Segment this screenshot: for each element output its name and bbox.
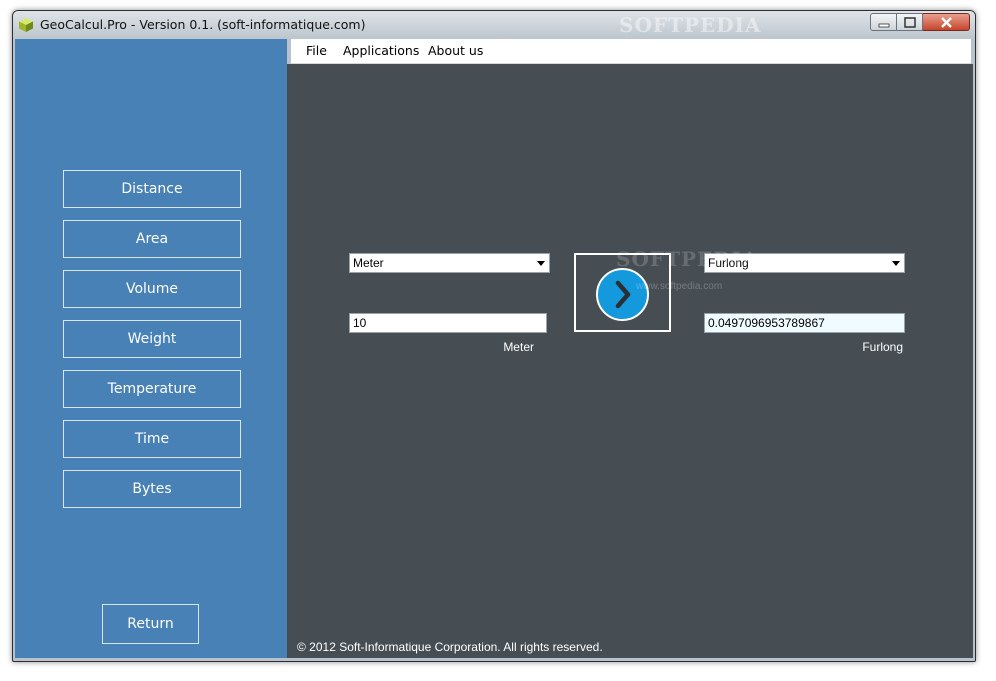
menu-file[interactable]: File: [306, 43, 327, 58]
menu-about-us[interactable]: About us: [428, 43, 483, 58]
minimize-button[interactable]: [870, 13, 897, 31]
nav-time-button[interactable]: Time: [63, 420, 241, 458]
close-icon: [941, 17, 952, 28]
dropdown-arrow-icon: [892, 261, 900, 266]
minimize-icon: [878, 23, 890, 28]
chevron-right-icon: [615, 280, 631, 309]
from-unit-label: Meter: [503, 340, 534, 354]
close-button[interactable]: [923, 13, 970, 31]
input-value-field[interactable]: 10: [349, 313, 547, 333]
copyright-footer: © 2012 Soft-Informatique Corporation. Al…: [297, 640, 603, 654]
converter-panel: Meter Furlong SOFTPEDIA www.softpedia.co…: [287, 64, 973, 658]
convert-button[interactable]: [596, 268, 649, 321]
from-unit-value: Meter: [353, 256, 384, 270]
nav-temperature-button[interactable]: Temperature: [63, 370, 241, 408]
softpedia-url-watermark: www.softpedia.com: [636, 281, 723, 292]
to-unit-label: Furlong: [862, 340, 903, 354]
window-title: GeoCalcul.Pro - Version 0.1. (soft-infor…: [40, 17, 366, 32]
from-unit-select[interactable]: Meter: [349, 253, 550, 273]
return-button[interactable]: Return: [102, 604, 199, 644]
nav-distance-button[interactable]: Distance: [63, 170, 241, 208]
menu-applications[interactable]: Applications: [343, 43, 419, 58]
maximize-button[interactable]: [897, 13, 923, 31]
nav-bytes-button[interactable]: Bytes: [63, 470, 241, 508]
menu-bar: File Applications About us: [291, 39, 971, 64]
app-cube-icon: [19, 18, 33, 32]
title-bar[interactable]: GeoCalcul.Pro - Version 0.1. (soft-infor…: [13, 11, 975, 39]
sidebar: Distance Area Volume Weight Temperature …: [15, 39, 287, 658]
softpedia-watermark: SOFTPEDIA: [619, 13, 762, 37]
nav-area-button[interactable]: Area: [63, 220, 241, 258]
dropdown-arrow-icon: [537, 261, 545, 266]
softpedia-logo-watermark: SOFTPEDIA: [616, 247, 759, 271]
result-value-field[interactable]: 0.0497096953789867: [704, 313, 905, 333]
nav-weight-button[interactable]: Weight: [63, 320, 241, 358]
nav-volume-button[interactable]: Volume: [63, 270, 241, 308]
maximize-icon: [904, 17, 916, 28]
app-window: GeoCalcul.Pro - Version 0.1. (soft-infor…: [12, 10, 976, 662]
